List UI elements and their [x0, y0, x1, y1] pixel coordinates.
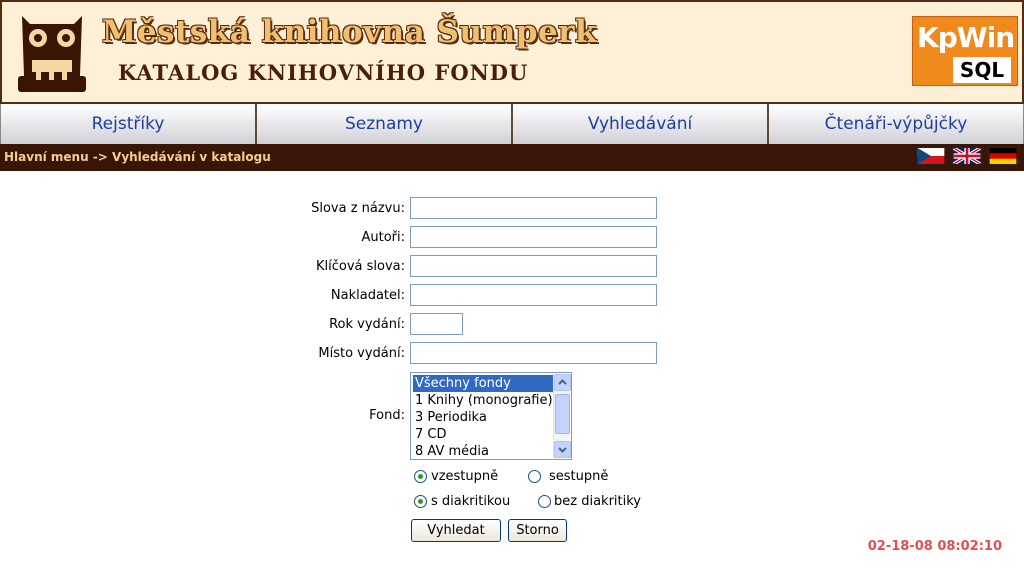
- cancel-button[interactable]: Storno: [508, 519, 567, 542]
- sort-ascending-radio[interactable]: [414, 470, 427, 483]
- place-label: Místo vydání:: [318, 346, 405, 361]
- form-row-keywords: Klíčová slova:: [0, 255, 1024, 279]
- scroll-down-icon[interactable]: [554, 441, 571, 458]
- place-input[interactable]: [410, 342, 657, 364]
- timestamp: 02-18-08 08:02:10: [867, 539, 1002, 554]
- publisher-input[interactable]: [410, 284, 657, 306]
- keywords-label: Klíčová slova:: [315, 259, 405, 274]
- diacritics-without-label: bez diakritiky: [554, 494, 641, 509]
- authors-input[interactable]: [410, 226, 657, 248]
- diacritics-without-radio[interactable]: [538, 495, 551, 508]
- form-row-publisher: Nakladatel:: [0, 284, 1024, 308]
- library-title: Městská knihovna Šumperk: [102, 14, 597, 50]
- year-input[interactable]: [410, 313, 463, 335]
- nav-item-search[interactable]: Vyhledávání: [513, 104, 769, 144]
- breadcrumb-bar: Hlavní menu -> Vyhledávání v katalogu: [0, 144, 1024, 171]
- english-flag-icon[interactable]: [952, 147, 982, 165]
- fund-option-books[interactable]: 1 Knihy (monografie): [413, 392, 553, 409]
- kpwin-logo-text: KpWin: [917, 21, 1015, 54]
- czech-flag-icon[interactable]: [916, 147, 946, 165]
- owl-logo-icon: [18, 16, 86, 92]
- scroll-up-icon[interactable]: [554, 374, 571, 391]
- title-words-label: Slova z názvu:: [311, 201, 405, 216]
- fund-option-cd[interactable]: 7 CD: [413, 426, 553, 443]
- diacritics-with-radio[interactable]: [414, 495, 427, 508]
- fund-option-av-media[interactable]: 8 AV média: [413, 443, 553, 459]
- form-row-title: Slova z názvu:: [0, 197, 1024, 221]
- nav-item-lists[interactable]: Seznamy: [257, 104, 513, 144]
- kpwin-sql-text: SQL: [953, 57, 1011, 83]
- site-header: Městská knihovna Šumperk KATALOG KNIHOVN…: [0, 0, 1024, 104]
- fund-listbox-scrollbar[interactable]: [553, 374, 571, 458]
- language-flags: [916, 147, 1018, 165]
- publisher-label: Nakladatel:: [330, 288, 405, 303]
- search-button[interactable]: Vyhledat: [411, 519, 501, 542]
- sort-descending-label: sestupně: [549, 469, 609, 484]
- sort-descending-radio[interactable]: [528, 470, 541, 483]
- authors-label: Autoři:: [361, 230, 405, 245]
- fund-option-periodicals[interactable]: 3 Periodika: [413, 409, 553, 426]
- form-row-year: Rok vydání:: [0, 313, 1024, 337]
- fund-option-all[interactable]: Všechny fondy: [413, 375, 553, 392]
- nav-item-readers-loans[interactable]: Čtenáři-výpůjčky: [769, 104, 1023, 144]
- form-row-place: Místo vydání:: [0, 342, 1024, 366]
- breadcrumb[interactable]: Hlavní menu -> Vyhledávání v katalogu: [4, 150, 271, 164]
- fund-listbox[interactable]: Všechny fondy 1 Knihy (monografie) 3 Per…: [410, 372, 572, 460]
- year-label: Rok vydání:: [329, 317, 405, 332]
- kpwin-logo: KpWin SQL: [912, 16, 1018, 86]
- fund-label: Fond:: [369, 408, 405, 423]
- nav-item-registers[interactable]: Rejstříky: [1, 104, 257, 144]
- scroll-thumb[interactable]: [555, 394, 570, 434]
- title-words-input[interactable]: [410, 197, 657, 219]
- sort-ascending-label: vzestupně: [431, 469, 499, 484]
- main-nav: Rejstříky Seznamy Vyhledávání Čtenáři-vý…: [0, 104, 1024, 144]
- keywords-input[interactable]: [410, 255, 657, 277]
- diacritics-with-label: s diakritikou: [431, 494, 511, 509]
- catalog-title: KATALOG KNIHOVNÍHO FONDU: [118, 60, 529, 85]
- german-flag-icon[interactable]: [988, 147, 1018, 165]
- form-row-authors: Autoři:: [0, 226, 1024, 250]
